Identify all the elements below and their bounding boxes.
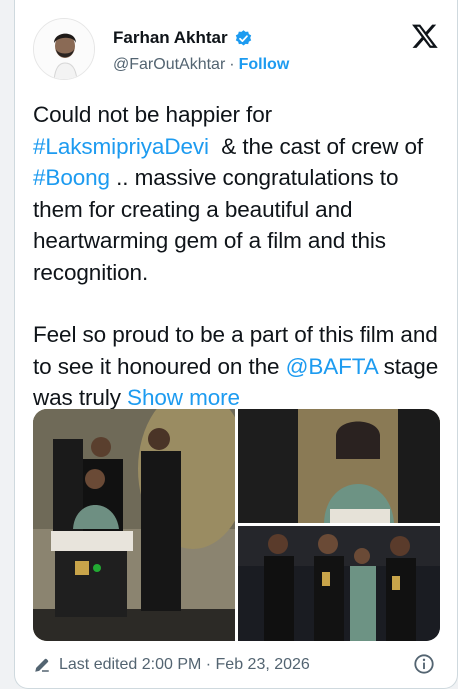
show-more-link[interactable]: Show more <box>127 385 240 410</box>
tweet-header: Farhan Akhtar @FarOutAkhtar · Follow <box>33 18 441 84</box>
tweet-text: Could not be happier for #LaksmipriyaDev… <box>33 99 448 414</box>
last-edited-label[interactable]: Last edited 2:00 PM · Feb 23, 2026 <box>59 656 310 674</box>
tweet-line-1: Could not be happier for <box>33 102 273 127</box>
verified-badge-icon <box>235 29 251 46</box>
photo-speech-closeup[interactable] <box>238 409 440 523</box>
hashtag-boong[interactable]: #Boong <box>33 165 110 190</box>
info-icon[interactable] <box>413 653 435 675</box>
avatar[interactable] <box>33 18 95 80</box>
hashtag-laksmipriyadevi[interactable]: #LaksmipriyaDevi <box>33 134 209 159</box>
pencil-icon <box>35 658 49 672</box>
tweet-footer: Last edited 2:00 PM · Feb 23, 2026 <box>33 652 443 678</box>
author-name[interactable]: Farhan Akhtar <box>113 28 228 48</box>
avatar-portrait <box>34 19 94 79</box>
x-logo-icon[interactable] <box>411 22 439 50</box>
mention-bafta[interactable]: @BAFTA <box>286 354 378 379</box>
photo-group-awards[interactable] <box>238 526 440 641</box>
handle-separator: · <box>229 56 235 73</box>
tweet-text-2: & the cast of crew of <box>208 133 430 159</box>
tweet-paragraph-1: #LaksmipriyaDevi & the cast of crew of #… <box>33 131 448 289</box>
author-handle[interactable]: @FarOutAkhtar <box>113 56 225 74</box>
tweet-card: Farhan Akhtar @FarOutAkhtar · Follow Cou… <box>14 0 458 689</box>
follow-button[interactable]: Follow <box>239 56 290 74</box>
photo-stage-speech[interactable] <box>33 409 235 641</box>
media-grid <box>33 409 440 641</box>
tweet-paragraph-2: Feel so proud to be a part of this film … <box>33 319 448 414</box>
